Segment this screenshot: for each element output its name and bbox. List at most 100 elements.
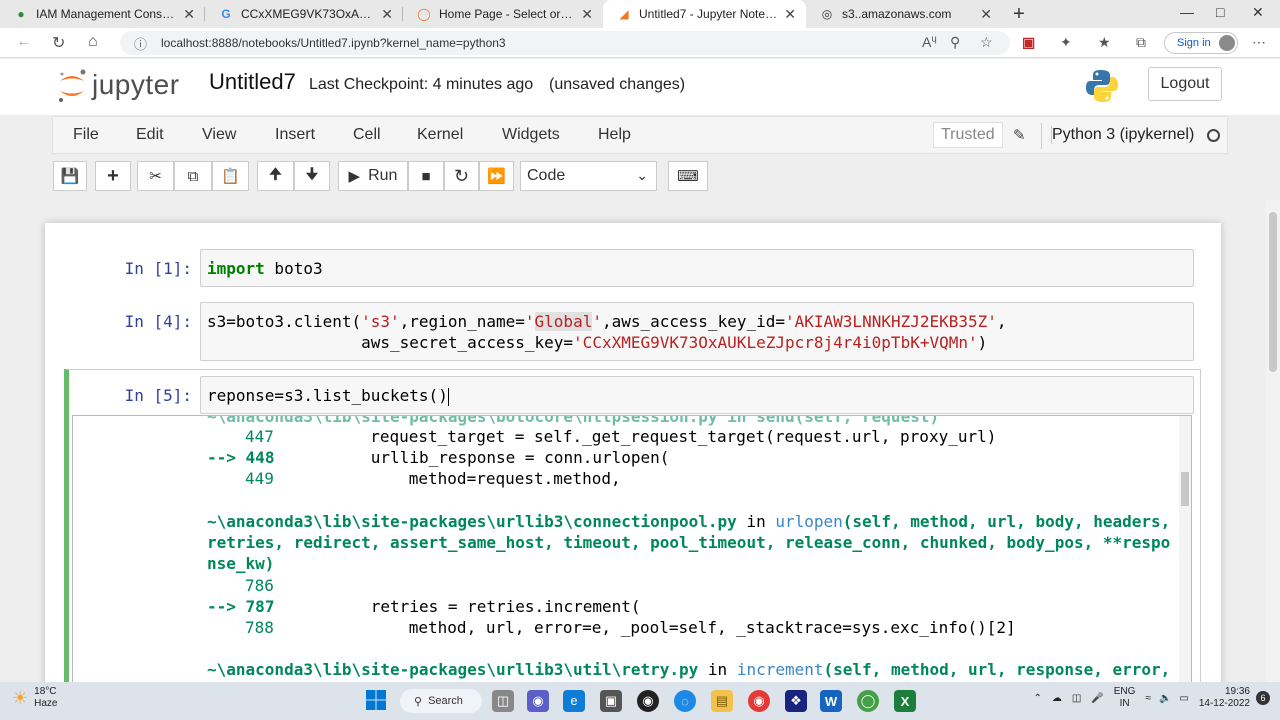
favorites-icon[interactable]: ★ bbox=[1098, 34, 1111, 51]
menu-kernel[interactable]: Kernel bbox=[417, 126, 463, 144]
favorite-add-icon[interactable]: ☆ bbox=[980, 34, 993, 51]
cell-type-select[interactable]: Code ⌄ bbox=[520, 161, 657, 191]
code-token: ) bbox=[977, 333, 988, 352]
menu-file[interactable]: File bbox=[73, 126, 99, 144]
page-scrollbar-thumb[interactable] bbox=[1269, 212, 1277, 372]
insert-cell-button[interactable]: + bbox=[95, 161, 131, 191]
browser-tab-active[interactable]: ◢ Untitled7 - Jupyter Notebook ✕ bbox=[603, 0, 806, 28]
windows-start-icon[interactable] bbox=[364, 688, 388, 712]
traceback-code-line: 449 method=request.method, bbox=[207, 468, 621, 489]
code-cell-input[interactable]: import boto3 bbox=[200, 249, 1194, 287]
close-icon[interactable]: ✕ bbox=[784, 6, 796, 23]
cut-button[interactable]: ✂ bbox=[137, 161, 174, 191]
clock[interactable]: 19:36 14-12-2022 bbox=[1199, 686, 1250, 710]
menu-help[interactable]: Help bbox=[598, 126, 631, 144]
anaconda-icon[interactable]: ◌ bbox=[674, 690, 696, 712]
chevron-down-icon: ⌄ bbox=[636, 167, 648, 183]
edit-pencil-icon[interactable]: ✎ bbox=[1013, 126, 1026, 144]
minimize-icon[interactable]: — bbox=[1180, 4, 1194, 20]
menu-widgets[interactable]: Widgets bbox=[502, 126, 560, 144]
menu-insert[interactable]: Insert bbox=[275, 126, 315, 144]
display-icon[interactable]: ◫ bbox=[1072, 693, 1081, 704]
browser-tab[interactable]: G CCxXMEG9VK73OxAUKLeZJpcr8j4r4i0pTbK+VQ… bbox=[205, 0, 403, 28]
sign-in-button[interactable]: Sign in bbox=[1164, 32, 1238, 54]
chevron-up-icon[interactable]: ⌃ bbox=[1033, 693, 1041, 704]
wifi-icon[interactable]: ≈ bbox=[1145, 693, 1151, 704]
file-explorer-icon[interactable]: ▤ bbox=[711, 690, 733, 712]
language-region: IN bbox=[1119, 698, 1130, 709]
back-icon[interactable]: ← bbox=[16, 33, 32, 51]
vscode-icon[interactable]: ❖ bbox=[785, 690, 807, 712]
battery-icon[interactable]: ▭ bbox=[1179, 693, 1188, 704]
close-icon[interactable]: ✕ bbox=[581, 6, 593, 23]
move-down-button[interactable]: 🠋 bbox=[294, 161, 330, 191]
code-cell-input[interactable]: reponse=s3.list_buckets() bbox=[200, 376, 1194, 414]
close-icon[interactable]: ✕ bbox=[980, 6, 992, 23]
save-button[interactable]: 💾 bbox=[53, 161, 87, 191]
notebook-toolbar: 💾 + ✂ ⧉ 📋 🠉 🠋 ▶ Run ■ ↻ ⏩ Code ⌄ ⌨ bbox=[0, 155, 1280, 199]
read-aloud-icon[interactable]: Aᶣ bbox=[922, 34, 937, 50]
logout-button[interactable]: Logout bbox=[1148, 67, 1222, 101]
jupyter-icon: ◯ bbox=[417, 7, 431, 21]
close-icon[interactable]: ✕ bbox=[183, 6, 195, 23]
volume-icon[interactable]: 🔈 bbox=[1159, 693, 1171, 704]
excel-icon[interactable]: X bbox=[894, 690, 916, 712]
browser-tab[interactable]: ● IAM Management Console ✕ bbox=[0, 0, 205, 28]
onedrive-icon[interactable]: ☁ bbox=[1052, 693, 1062, 704]
interrupt-button[interactable]: ■ bbox=[408, 161, 444, 191]
new-tab-button[interactable]: + bbox=[1008, 3, 1030, 26]
copy-button[interactable]: ⧉ bbox=[174, 161, 212, 191]
run-button[interactable]: ▶ Run bbox=[338, 161, 408, 191]
info-icon[interactable]: ⓘ bbox=[134, 34, 147, 53]
extensions-puzzle-icon[interactable]: ✦ bbox=[1060, 34, 1072, 51]
word-icon[interactable]: W bbox=[820, 690, 842, 712]
weather-temp: 18°C bbox=[34, 686, 57, 697]
url-input[interactable]: ⓘ localhost:8888/notebooks/Untitled7.ipy… bbox=[120, 31, 1010, 55]
traceback-code-line: 786 bbox=[207, 575, 274, 596]
chrome-icon[interactable]: ◉ bbox=[748, 690, 770, 712]
close-icon[interactable]: ✕ bbox=[381, 6, 393, 23]
reload-icon[interactable]: ↻ bbox=[52, 33, 65, 53]
restart-button[interactable]: ↻ bbox=[444, 161, 479, 191]
code-cell-input[interactable]: s3=boto3.client('s3',region_name='Global… bbox=[200, 302, 1194, 361]
edge-icon[interactable]: e bbox=[563, 690, 585, 712]
github-icon[interactable]: ◉ bbox=[637, 690, 659, 712]
menu-view[interactable]: View bbox=[202, 126, 236, 144]
arrow-down-icon: 🠋 bbox=[305, 165, 319, 183]
menu-cell[interactable]: Cell bbox=[353, 126, 381, 144]
output-scrollbar[interactable] bbox=[1179, 416, 1191, 684]
jupyter-logo[interactable]: jupyter bbox=[56, 67, 180, 103]
trusted-indicator[interactable]: Trusted bbox=[933, 122, 1003, 148]
collections-icon[interactable]: ⧉ bbox=[1136, 34, 1146, 51]
app-icon[interactable]: ◯ bbox=[857, 690, 879, 712]
home-icon[interactable]: ⌂ bbox=[88, 33, 98, 51]
notebook-title[interactable]: Untitled7 bbox=[209, 69, 296, 95]
restart-run-all-button[interactable]: ⏩ bbox=[479, 161, 514, 191]
cell-output-traceback[interactable]: ~\anaconda3\lib\site-packages\botocore\h… bbox=[72, 415, 1192, 685]
task-view-icon[interactable]: ◫ bbox=[492, 690, 514, 712]
move-up-button[interactable]: 🠉 bbox=[257, 161, 294, 191]
browser-tab[interactable]: ◯ Home Page - Select or create a noteboo… bbox=[403, 0, 603, 28]
notification-badge[interactable]: 6 bbox=[1256, 691, 1270, 705]
page-scrollbar[interactable] bbox=[1266, 200, 1280, 682]
browser-tab[interactable]: ◎ s3..amazonaws.com ✕ bbox=[806, 0, 1002, 28]
zoom-icon[interactable]: ⚲ bbox=[950, 34, 960, 51]
weather-widget[interactable]: ☀ 18°C Haze bbox=[12, 686, 58, 710]
taskbar-search[interactable]: ⚲ Search bbox=[400, 689, 482, 713]
more-menu-icon[interactable]: ⋯ bbox=[1252, 34, 1266, 51]
output-scrollbar-thumb[interactable] bbox=[1181, 472, 1189, 506]
extension-icon[interactable]: ▣ bbox=[1022, 34, 1035, 51]
kernel-name[interactable]: Python 3 (ipykernel) bbox=[1051, 126, 1194, 144]
language-indicator[interactable]: ENG IN bbox=[1114, 686, 1136, 710]
line-number: 448 bbox=[245, 448, 275, 467]
teams-icon[interactable]: ◉ bbox=[527, 690, 549, 712]
traceback-code-line: --> 448 urllib_response = conn.urlopen( bbox=[207, 447, 669, 468]
microphone-icon[interactable]: 🎤 bbox=[1091, 693, 1103, 704]
paste-button[interactable]: 📋 bbox=[212, 161, 249, 191]
window-close-icon[interactable]: ✕ bbox=[1252, 4, 1264, 21]
command-palette-button[interactable]: ⌨ bbox=[668, 161, 708, 191]
menu-edit[interactable]: Edit bbox=[136, 126, 164, 144]
code-text: request_target = self._get_request_targe… bbox=[370, 427, 997, 446]
store-icon[interactable]: ▣ bbox=[600, 690, 622, 712]
maximize-icon[interactable]: □ bbox=[1216, 4, 1224, 20]
